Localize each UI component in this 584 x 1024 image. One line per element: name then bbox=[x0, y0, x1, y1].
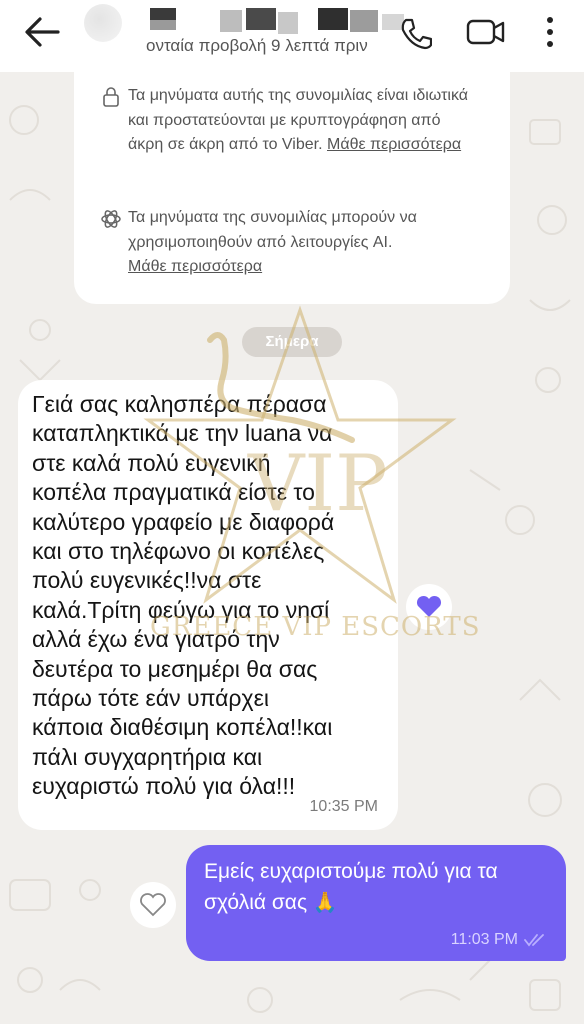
ai-learn-more-link[interactable]: Μάθε περισσότερα bbox=[128, 258, 262, 275]
encryption-learn-more-link[interactable]: Μάθε περισσότερα bbox=[327, 136, 461, 153]
message-text: Εμείς ευχαριστούμε πολύ για τα σχόλιά σα… bbox=[204, 857, 549, 918]
outgoing-message-bubble[interactable]: Εμείς ευχαριστούμε πολύ για τα σχόλιά σα… bbox=[186, 845, 566, 961]
ai-text: Τα μηνύματα της συνομιλίας μπορούν να χρ… bbox=[128, 209, 417, 251]
chat-header: ονταία προβολή 9 λεπτά πριν bbox=[0, 0, 584, 72]
lock-icon bbox=[103, 87, 119, 107]
message-text-body: Εμείς ευχαριστούμε πολύ για τα σχόλιά σα… bbox=[204, 860, 498, 914]
date-separator: Σήμερα bbox=[242, 327, 342, 357]
incoming-message-bubble[interactable]: Γειά σας καλησπέρα πέρασα καταπληκτικά μ… bbox=[18, 380, 398, 830]
encryption-info-card: Τα μηνύματα αυτής της συνομιλίας είναι ι… bbox=[74, 72, 510, 304]
ai-sparkle-icon bbox=[101, 210, 121, 228]
like-button[interactable] bbox=[130, 882, 176, 928]
last-seen-status: ονταία προβολή 9 λεπτά πριν bbox=[146, 36, 368, 55]
arrow-left-icon[interactable] bbox=[22, 14, 62, 50]
message-time: 10:35 PM bbox=[309, 798, 378, 815]
double-check-icon bbox=[524, 934, 544, 947]
video-camera-icon[interactable] bbox=[466, 16, 506, 48]
phone-icon[interactable] bbox=[398, 16, 432, 50]
message-text: Γειά σας καλησπέρα πέρασα καταπληκτικά μ… bbox=[32, 391, 335, 800]
ai-notice: Τα μηνύματα της συνομιλίας μπορούν να χρ… bbox=[100, 206, 480, 280]
message-time: 11:03 PM bbox=[450, 931, 518, 948]
contact-name-redacted[interactable] bbox=[150, 8, 410, 34]
encryption-notice: Τα μηνύματα αυτής της συνομιλίας είναι ι… bbox=[100, 84, 480, 158]
more-vertical-icon[interactable] bbox=[540, 14, 560, 50]
praying-hands-emoji: 🙏 bbox=[312, 891, 338, 914]
watermark-text: GREECE VIP ESCORTS bbox=[150, 612, 481, 642]
heart-outline-icon bbox=[140, 893, 166, 917]
avatar[interactable] bbox=[84, 4, 122, 42]
